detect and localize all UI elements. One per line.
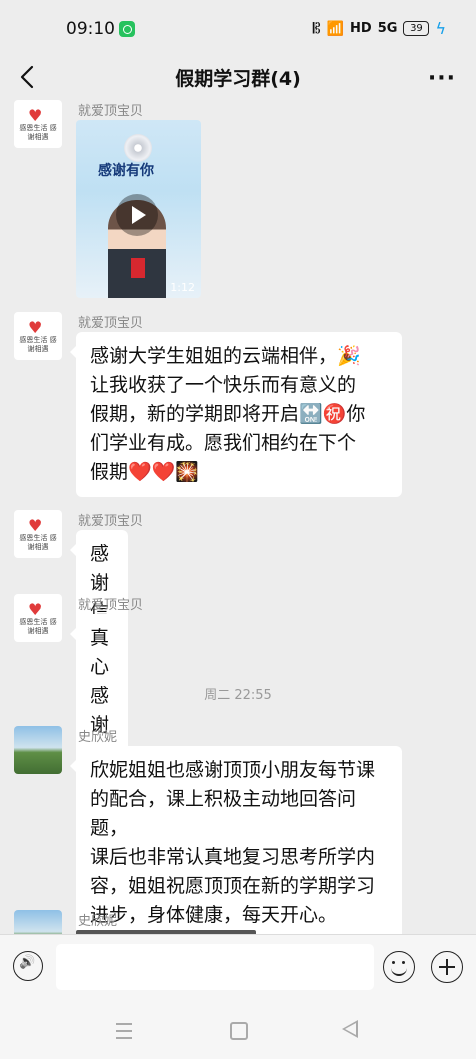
cd-icon	[124, 134, 152, 162]
avatar[interactable]: ♥ 感恩生活 感谢相遇	[14, 594, 62, 642]
timestamp-divider: 周二 22:55	[204, 688, 272, 703]
sender-name: 史欣妮	[78, 914, 118, 929]
message-bubble[interactable]: 欣妮姐姐也感谢顶顶小朋友每节课 的配合，课上积极主动地回答问题， 课后也非常认真…	[70, 746, 402, 934]
emoji-icon[interactable]	[383, 951, 415, 983]
emoji-mouth	[391, 966, 407, 976]
sender-name: 就爱顶宝贝	[78, 598, 144, 613]
red-scarf	[131, 258, 145, 278]
status-icons: 𝄡 📶 HD 5G 39 ϟ	[313, 19, 446, 38]
nfc-icon: 𝄡	[312, 20, 321, 37]
message-line: 假期❤️❤️🎇	[90, 461, 199, 483]
message-line: 感谢大学生姐姐的云端相伴，🎉	[90, 345, 361, 367]
sender-name: 就爱顶宝贝	[78, 514, 144, 529]
message-bubble[interactable]: 感谢大学生姐姐的云端相伴，🎉 让我收获了一个快乐而有意义的 假期，新的学期即将开…	[70, 332, 402, 497]
video-message[interactable]: 感谢有你 1:12	[76, 120, 201, 298]
avatar[interactable]: ♥ 感恩生活 感谢相遇	[14, 100, 62, 148]
charging-icon: ϟ	[435, 19, 446, 38]
message-line: 假期，新的学期即将开启🔛㊗️你	[90, 403, 366, 425]
chat-header: 假期学习群(4) ···	[0, 58, 476, 98]
chat-title: 假期学习群(4)	[175, 68, 301, 90]
avatar-text: 感恩生活 感谢相遇	[19, 618, 57, 635]
avatar[interactable]	[14, 910, 62, 934]
message-list[interactable]: ♥ 感恩生活 感谢相遇 就爱顶宝贝 感谢有你 1:12 ♥ 感恩生活 感谢相遇 …	[0, 98, 476, 934]
status-bar: 09:10 𝄡 📶 HD 5G 39 ϟ	[0, 0, 476, 58]
voice-input-icon[interactable]	[13, 951, 43, 981]
network-type: HD	[350, 21, 372, 36]
heart-icon: ♥	[28, 600, 43, 619]
heart-icon: ♥	[28, 106, 43, 125]
avatar[interactable]	[14, 726, 62, 774]
message-line: 容，姐姐祝愿顶顶在新的学期学习	[90, 875, 376, 897]
system-back-icon[interactable]	[342, 1020, 358, 1038]
status-time: 09:10	[66, 19, 115, 39]
input-bar	[0, 934, 476, 1001]
wifi-icon: 📶	[326, 20, 345, 37]
heart-icon: ♥	[28, 318, 43, 337]
more-options-icon[interactable]: ···	[428, 66, 456, 91]
add-attachment-icon[interactable]	[431, 951, 463, 983]
message-line: 的配合，课上积极主动地回答问题，	[90, 788, 357, 839]
app-notification-icon	[119, 21, 135, 37]
play-icon[interactable]	[116, 194, 158, 236]
system-nav-bar	[0, 1000, 476, 1059]
video-title: 感谢有你	[98, 163, 154, 179]
message-line: 让我收获了一个快乐而有意义的	[90, 374, 357, 396]
avatar[interactable]: ♥ 感恩生活 感谢相遇	[14, 312, 62, 360]
message-line: 进步，身体健康，每天开心。	[90, 904, 338, 926]
sender-name: 就爱顶宝贝	[78, 104, 144, 119]
video-duration: 1:12	[170, 281, 195, 294]
avatar-text: 感恩生活 感谢相遇	[19, 336, 57, 353]
avatar-text: 感恩生活 感谢相遇	[19, 124, 57, 141]
message-line: 们学业有成。愿我们相约在下个	[90, 432, 357, 454]
avatar-text: 感恩生活 感谢相遇	[19, 534, 57, 551]
message-line: 欣妮姐姐也感谢顶顶小朋友每节课	[90, 759, 376, 781]
signal-icon: 5G	[377, 21, 398, 36]
avatar[interactable]: ♥ 感恩生活 感谢相遇	[14, 510, 62, 558]
sender-name: 史欣妮	[78, 730, 118, 745]
battery-icon: 39	[403, 21, 430, 36]
recent-apps-icon[interactable]	[116, 1023, 132, 1039]
message-line: 真心感谢	[90, 627, 110, 736]
message-line: 课后也非常认真地复习思考所学内	[90, 846, 376, 868]
sender-name: 就爱顶宝贝	[78, 316, 144, 331]
heart-icon: ♥	[28, 516, 43, 535]
message-input[interactable]	[56, 944, 374, 990]
home-icon[interactable]	[230, 1022, 248, 1040]
emoji-eyes	[392, 961, 395, 964]
